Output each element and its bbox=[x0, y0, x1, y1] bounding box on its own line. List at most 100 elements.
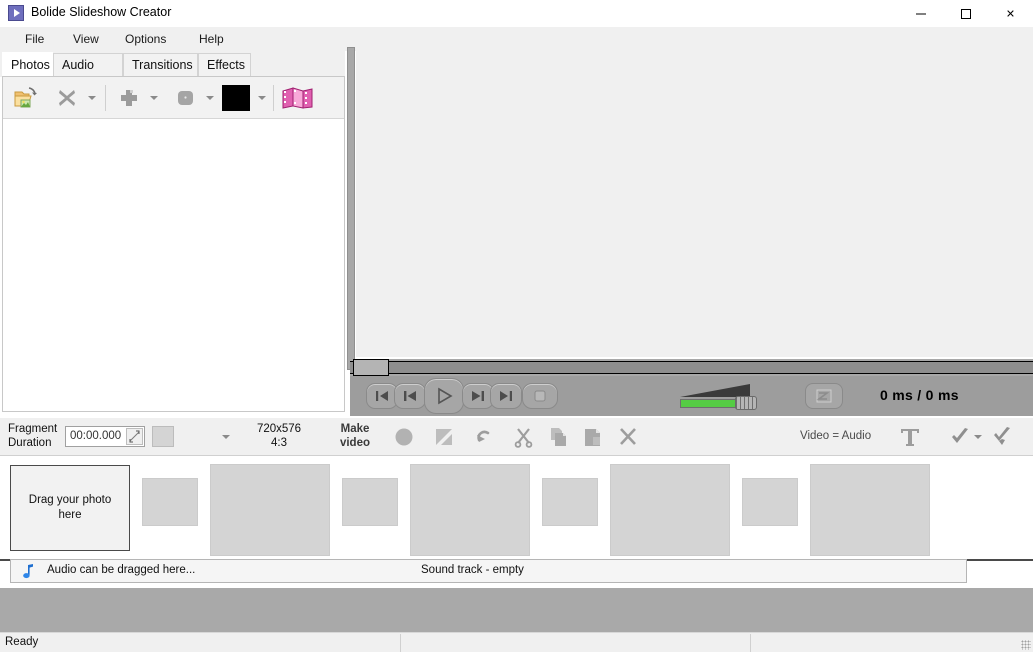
text-tool-icon bbox=[901, 429, 919, 446]
text-tool-button[interactable] bbox=[896, 423, 924, 451]
menu-item-help[interactable]: Help bbox=[192, 30, 231, 48]
check-all-icon bbox=[994, 427, 1010, 445]
background-color-dropdown[interactable] bbox=[255, 81, 269, 115]
remove-photo-button[interactable] bbox=[51, 81, 83, 115]
panel-splitter[interactable] bbox=[347, 47, 355, 370]
play-icon bbox=[438, 387, 453, 405]
remove-x-icon bbox=[59, 90, 75, 106]
tab-transitions[interactable]: Transitions bbox=[123, 53, 198, 77]
filmstrip-photo-slot[interactable] bbox=[810, 464, 930, 556]
soundtrack-hint: Audio can be dragged here... bbox=[47, 564, 196, 576]
blank-slide-dropdown[interactable] bbox=[203, 81, 217, 115]
resize-preview-icon bbox=[816, 389, 832, 403]
open-folder-icon bbox=[14, 87, 37, 108]
maximize-button[interactable] bbox=[943, 0, 988, 27]
photos-toolbar bbox=[3, 77, 344, 119]
fragment-duration-value: 00:00.000 bbox=[70, 430, 122, 442]
filmstrip-photo-slot[interactable] bbox=[210, 464, 330, 556]
remove-photo-dropdown[interactable] bbox=[85, 81, 99, 115]
make-video-line1: Make bbox=[340, 423, 370, 435]
film-strip-button[interactable] bbox=[279, 81, 317, 115]
status-text: Ready bbox=[5, 636, 39, 648]
tab-audio-files[interactable]: Audio files bbox=[53, 53, 123, 95]
apply-check-button[interactable] bbox=[946, 423, 974, 451]
copy-button[interactable] bbox=[544, 423, 572, 451]
filmstrip-transition-slot[interactable] bbox=[142, 478, 198, 526]
close-button[interactable]: ✕ bbox=[988, 0, 1033, 27]
make-video-button[interactable]: Make video bbox=[330, 422, 380, 450]
fragment-duration-input[interactable]: 00:00.000 bbox=[65, 426, 145, 447]
delete-x-button[interactable] bbox=[614, 423, 642, 451]
skip-to-end-button[interactable] bbox=[490, 383, 522, 409]
filmstrip-transition-slot[interactable] bbox=[742, 478, 798, 526]
volume-slider[interactable] bbox=[680, 384, 760, 410]
menu-item-options[interactable]: Options bbox=[118, 30, 173, 48]
toolbar-separator-1 bbox=[105, 85, 106, 111]
filmstrip-photo-slot[interactable] bbox=[410, 464, 530, 556]
video-equals-audio-label[interactable]: Video = Audio bbox=[800, 430, 871, 442]
blank-slide-button[interactable] bbox=[169, 81, 201, 115]
timeline-scroll-track[interactable] bbox=[350, 361, 1033, 374]
record-circle-button[interactable] bbox=[390, 423, 418, 451]
chevron-down-icon bbox=[88, 96, 96, 100]
stop-button[interactable] bbox=[522, 383, 558, 409]
filmstrip-transition-slot[interactable] bbox=[542, 478, 598, 526]
fragment-label-line1: Fragment bbox=[8, 423, 58, 435]
minimize-icon bbox=[915, 13, 926, 14]
previous-frame-button[interactable] bbox=[394, 383, 426, 409]
filmstrip-photo-slot[interactable] bbox=[610, 464, 730, 556]
stepper-icon bbox=[129, 430, 140, 443]
open-folder-button[interactable] bbox=[9, 81, 43, 115]
soundtrack-status: Sound track - empty bbox=[421, 564, 524, 576]
copy-icon bbox=[551, 428, 566, 446]
paste-button[interactable] bbox=[578, 423, 606, 451]
minimize-button[interactable] bbox=[898, 0, 943, 27]
tab-effects[interactable]: Effects bbox=[198, 53, 251, 77]
fragment-dropdown-caret[interactable] bbox=[222, 435, 230, 439]
window-title: Bolide Slideshow Creator bbox=[31, 5, 172, 19]
volume-thumb[interactable] bbox=[735, 396, 757, 410]
add-photo-dropdown[interactable] bbox=[147, 81, 161, 115]
timeline-scrollbar[interactable] bbox=[350, 359, 1033, 376]
resize-grip-icon[interactable] bbox=[1021, 640, 1031, 650]
play-button[interactable] bbox=[424, 378, 464, 414]
status-bar: Ready bbox=[0, 632, 1033, 652]
resolution-info: 720x576 4:3 bbox=[248, 422, 310, 450]
undo-button[interactable] bbox=[470, 423, 498, 451]
filmstrip-track[interactable]: Drag your photo here bbox=[0, 456, 1033, 561]
resolution-value: 720x576 bbox=[256, 423, 302, 435]
preview-frame-button[interactable] bbox=[430, 423, 458, 451]
window-controls: ✕ bbox=[898, 0, 1033, 27]
aspect-ratio-value: 4:3 bbox=[271, 437, 287, 449]
add-photo-button[interactable] bbox=[113, 81, 145, 115]
drop-text-line2: here bbox=[58, 509, 82, 521]
cut-scissors-button[interactable] bbox=[510, 423, 538, 451]
photos-list[interactable] bbox=[3, 119, 344, 411]
video-preview-area[interactable] bbox=[356, 44, 1033, 357]
menu-item-view[interactable]: View bbox=[66, 30, 106, 48]
apply-check-dropdown[interactable] bbox=[974, 435, 982, 439]
color-swatch bbox=[222, 85, 250, 111]
timeline-scroll-thumb[interactable] bbox=[353, 359, 389, 376]
previous-frame-icon bbox=[404, 391, 416, 401]
delete-x-icon bbox=[620, 428, 636, 445]
rounded-square-icon bbox=[178, 91, 193, 105]
chevron-down-icon bbox=[258, 96, 266, 100]
filmstrip-transition-slot[interactable] bbox=[342, 478, 398, 526]
fragment-duration-stepper[interactable] bbox=[126, 428, 143, 445]
drop-photo-target[interactable]: Drag your photo here bbox=[10, 465, 130, 551]
background-color-button[interactable] bbox=[219, 81, 253, 115]
fragment-color-button[interactable] bbox=[152, 426, 174, 447]
toolbar-separator-2 bbox=[273, 85, 274, 111]
apply-all-button[interactable] bbox=[988, 423, 1016, 451]
tab-photos[interactable]: Photos bbox=[2, 52, 53, 77]
menu-item-file[interactable]: File bbox=[18, 30, 51, 48]
status-divider bbox=[750, 634, 751, 652]
time-display: 0 ms / 0 ms bbox=[880, 387, 959, 403]
status-divider bbox=[400, 634, 401, 652]
record-circle-icon bbox=[395, 428, 413, 446]
resize-preview-button[interactable] bbox=[805, 383, 843, 409]
player-controls-bar: 0 ms / 0 ms bbox=[350, 376, 1033, 416]
soundtrack-track[interactable]: Audio can be dragged here... Sound track… bbox=[10, 559, 967, 583]
preview-frame-icon bbox=[436, 429, 452, 445]
